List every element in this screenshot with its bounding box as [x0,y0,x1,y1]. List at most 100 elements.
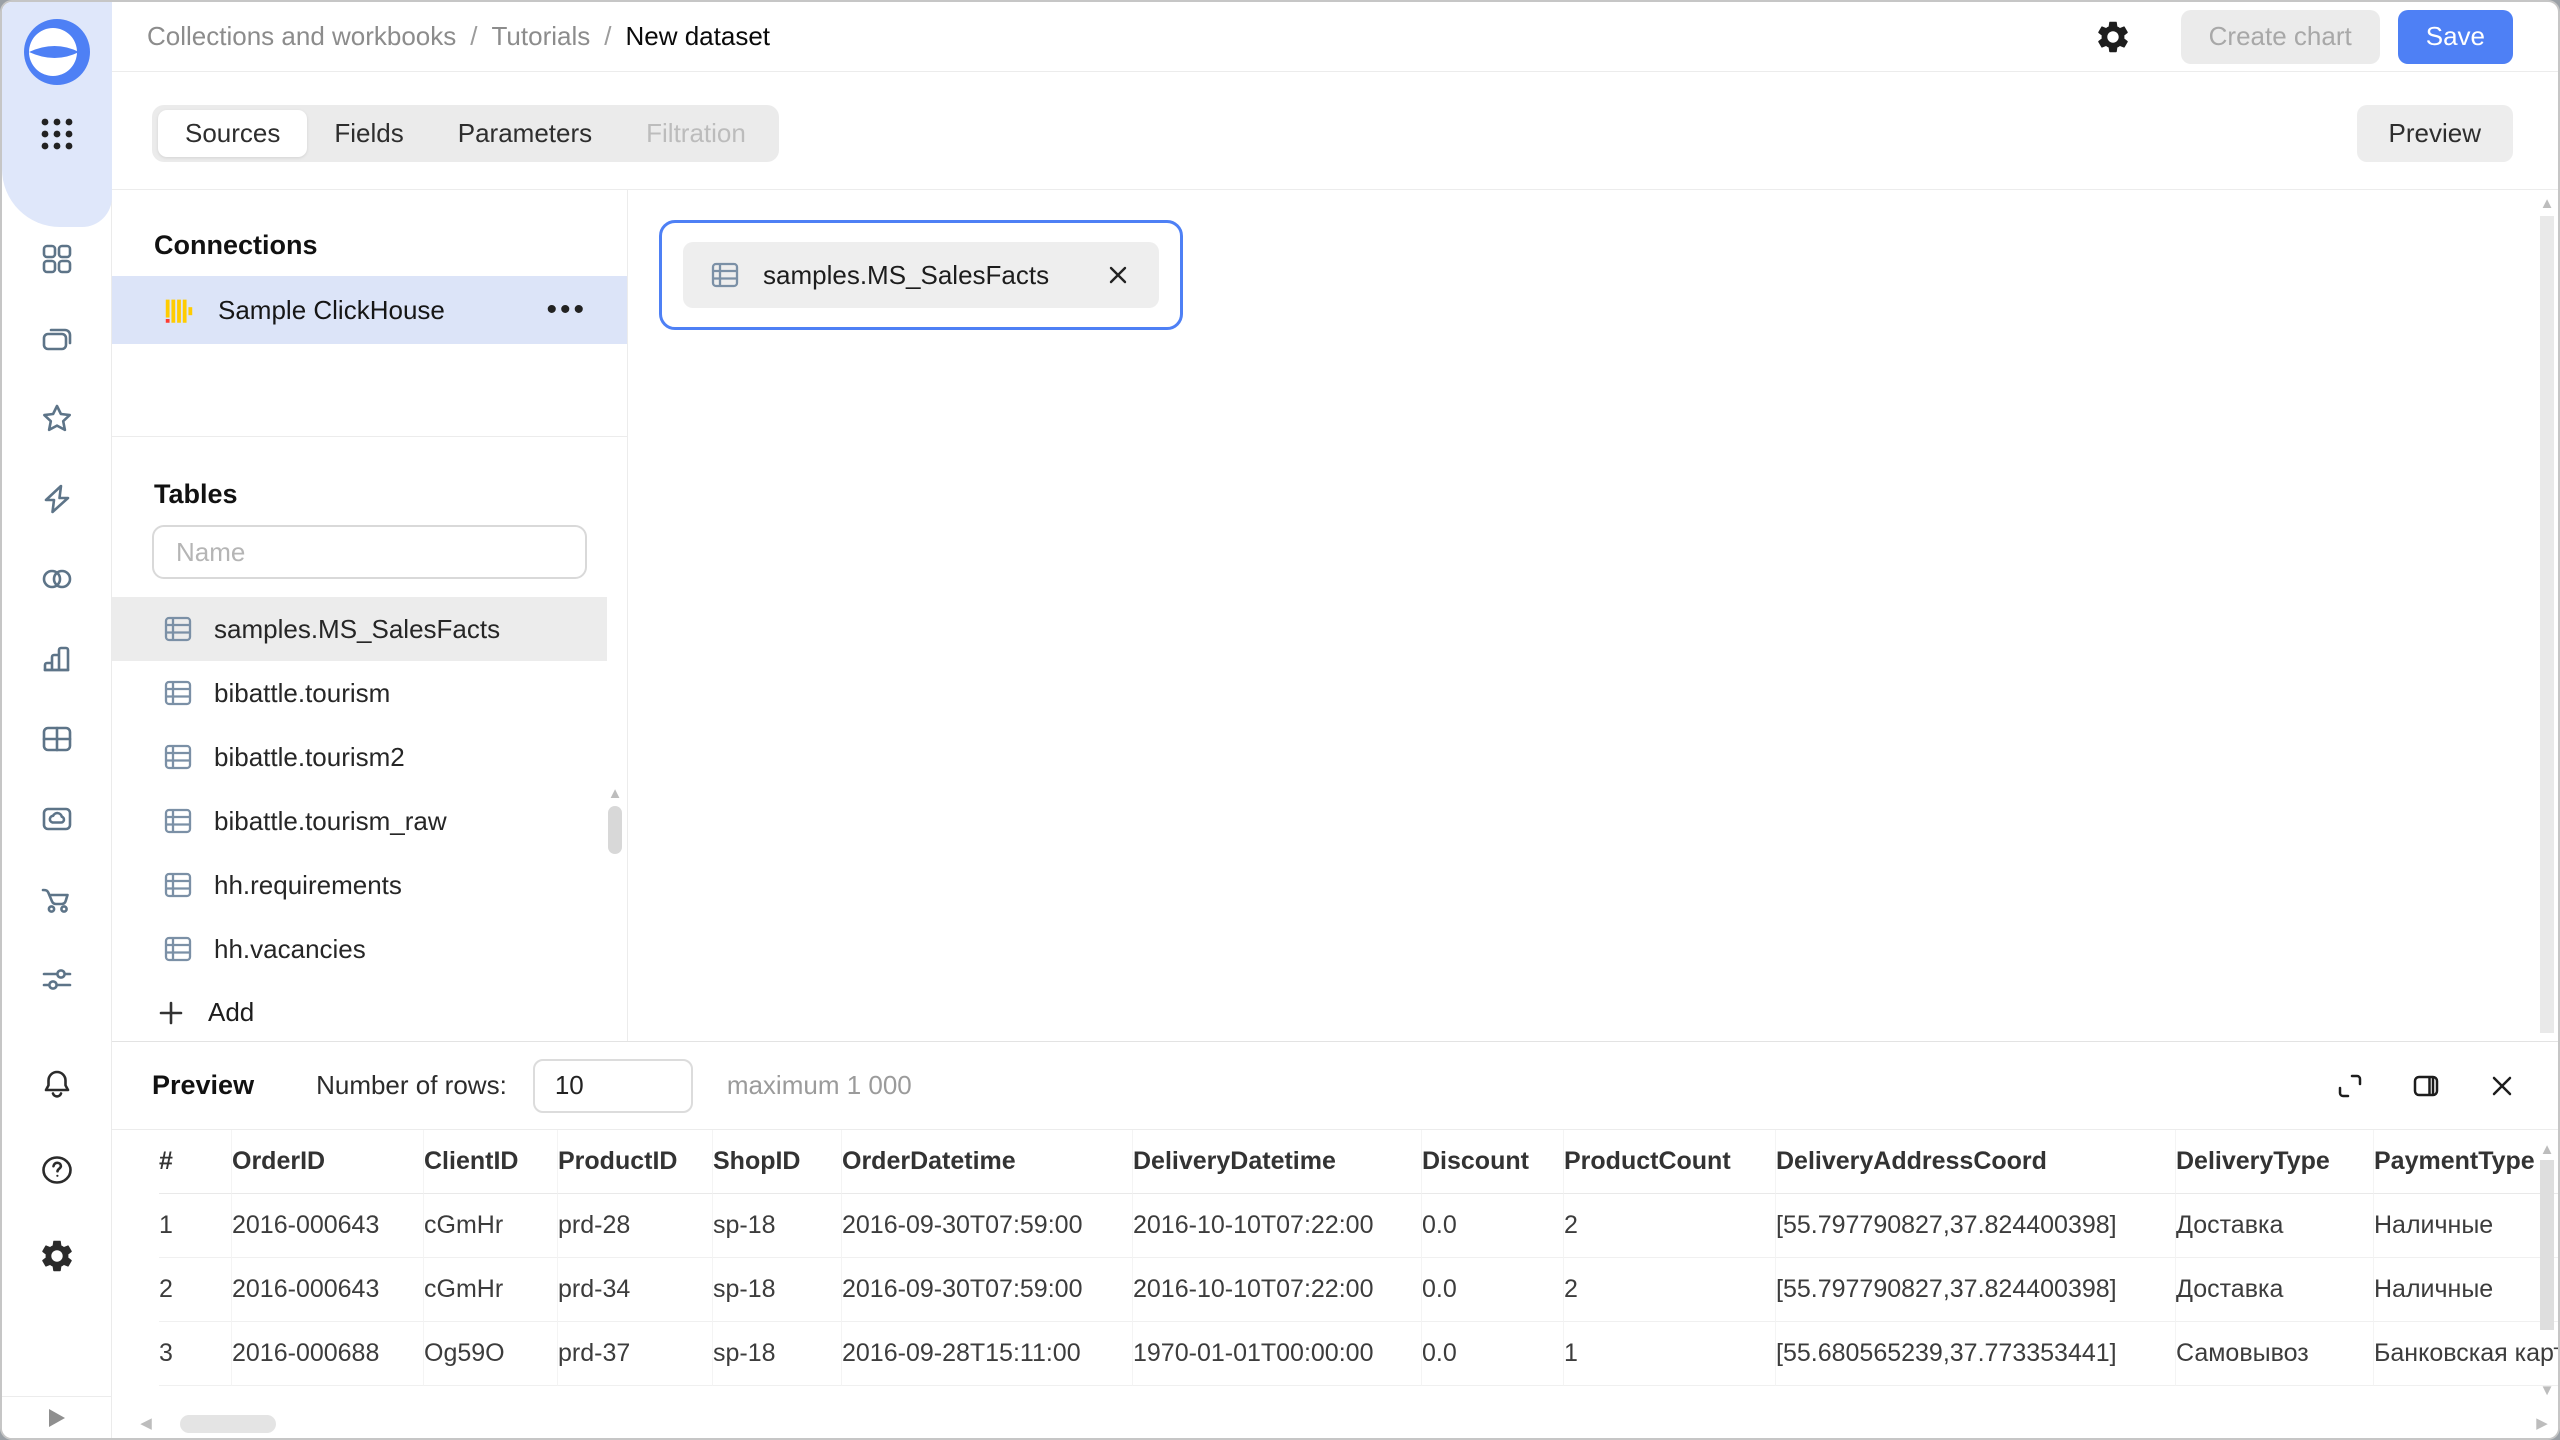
rail-item-collections[interactable] [39,321,75,357]
rail-item-marketplace[interactable] [39,881,75,917]
table-cell: sp-18 [712,1194,841,1258]
apps-menu-button[interactable] [35,112,79,156]
expand-rail-button[interactable] [42,1403,72,1433]
table-name: bibattle.tourism [214,678,390,709]
scroll-left-icon[interactable]: ◀ [138,1416,154,1431]
table-list-item[interactable]: hh.vacancies [112,917,607,981]
close-preview-button[interactable] [2486,1070,2518,1102]
rail-item-services[interactable] [39,961,75,997]
split-view-button[interactable] [2410,1070,2442,1102]
table-cell: 2016-09-30T07:59:00 [841,1258,1132,1322]
table-cell: Доставка [2175,1194,2373,1258]
scrollbar-thumb[interactable] [2540,1160,2554,1330]
scroll-up-icon[interactable]: ▲ [2539,1142,2555,1157]
table-name: bibattle.tourism_raw [214,806,447,837]
gear-icon [2094,18,2132,56]
rail-item-favorites[interactable] [39,401,75,437]
connection-menu-button[interactable]: ••• [542,300,591,320]
table-cell: 2 [1563,1258,1775,1322]
table-cell: [55.797790827,37.824400398] [1775,1194,2175,1258]
lightning-icon [39,481,75,517]
scrollbar-thumb[interactable] [608,806,622,854]
column-header: DeliveryType [2175,1130,2373,1194]
rows-count-input[interactable] [533,1059,693,1113]
preview-panel: Preview Number of rows: maximum 1 000 [112,1041,2558,1438]
table-cell: 1970-01-01T00:00:00 [1132,1322,1421,1386]
table-cell: 0.0 [1421,1322,1563,1386]
column-header: DeliveryDatetime [1132,1130,1421,1194]
column-header: Discount [1421,1130,1563,1194]
table-icon [162,677,194,709]
expand-icon [2335,1071,2365,1101]
breadcrumb-tutorials[interactable]: Tutorials [492,21,591,52]
dataset-settings-button[interactable] [2091,15,2135,59]
star-icon [39,401,75,437]
create-chart-button[interactable]: Create chart [2181,10,2380,64]
scroll-right-icon[interactable]: ▶ [2534,1416,2550,1431]
apps-grid-icon [37,114,77,154]
settings-button[interactable] [35,1234,79,1278]
panel-divider [112,436,627,437]
table-icon [162,869,194,901]
scroll-down-icon[interactable]: ▼ [2539,1383,2555,1398]
rail-item-storage[interactable] [39,801,75,837]
rail-item-datasets[interactable] [39,561,75,597]
scroll-up-icon[interactable]: ▲ [607,786,623,801]
scrollbar-thumb[interactable] [2540,216,2554,1033]
table-cell: 2016-000688 [231,1322,423,1386]
table-list-item[interactable]: samples.MS_SalesFacts [112,597,607,661]
rows-max-hint: maximum 1 000 [727,1070,912,1101]
table-cell: 2016-000643 [231,1258,423,1322]
tab-fields[interactable]: Fields [307,110,430,157]
notifications-button[interactable] [35,1062,79,1106]
expand-preview-button[interactable] [2334,1070,2366,1102]
tab-parameters[interactable]: Parameters [431,110,619,157]
table-name: hh.vacancies [214,934,366,965]
scroll-up-icon[interactable]: ▲ [2539,196,2555,211]
table-list-item[interactable]: bibattle.tourism [112,661,607,725]
table-cell: prd-37 [557,1322,712,1386]
remove-source-button[interactable] [1103,260,1133,290]
rail-footer [2,1396,112,1438]
table-cell: 0.0 [1421,1194,1563,1258]
table-cell: Самовывоз [2175,1322,2373,1386]
connection-item-sample-clickhouse[interactable]: Sample ClickHouse ••• [112,276,627,344]
tables-scrollbar: ▲ ▼ [607,784,623,1041]
toggle-preview-button[interactable]: Preview [2357,105,2513,162]
rail-item-connections[interactable] [39,481,75,517]
column-header: OrderID [231,1130,423,1194]
column-header: ProductCount [1563,1130,1775,1194]
rail-item-dashboards[interactable] [39,721,75,757]
datalens-logo-icon[interactable] [21,16,93,88]
rail-item-tiles[interactable] [39,241,75,277]
table-cell: cGmHr [423,1194,557,1258]
table-cell: 2 [1563,1194,1775,1258]
tables-list: samples.MS_SalesFacts bibattle.tourism b… [112,597,607,981]
source-chip[interactable]: samples.MS_SalesFacts [683,242,1159,308]
table-list-item[interactable]: bibattle.tourism_raw [112,789,607,853]
table-cell: 2016-10-10T07:22:00 [1132,1258,1421,1322]
table-list-item[interactable]: bibattle.tourism2 [112,725,607,789]
table-icon [162,933,194,965]
table-cell: prd-28 [557,1194,712,1258]
add-source-button[interactable]: Add [156,997,254,1028]
table-cell: Доставка [2175,1258,2373,1322]
tab-filtration[interactable]: Filtration [619,110,773,157]
help-button[interactable] [35,1148,79,1192]
save-button[interactable]: Save [2398,10,2513,64]
table-search-input[interactable] [152,525,587,579]
rail-item-charts[interactable] [39,641,75,677]
table-cell: 2016-000643 [231,1194,423,1258]
table-cell: 1 [1563,1322,1775,1386]
selected-source-node[interactable]: samples.MS_SalesFacts [659,220,1183,330]
page-title: New dataset [625,21,770,52]
table-cell: sp-18 [712,1258,841,1322]
scrollbar-thumb[interactable] [180,1415,276,1433]
source-chip-label: samples.MS_SalesFacts [763,260,1049,291]
tab-sources[interactable]: Sources [158,110,307,157]
add-source-label: Add [208,997,254,1028]
table-list-item[interactable]: hh.requirements [112,853,607,917]
column-header: ClientID [423,1130,557,1194]
breadcrumb-collections[interactable]: Collections and workbooks [147,21,456,52]
table-cell: cGmHr [423,1258,557,1322]
